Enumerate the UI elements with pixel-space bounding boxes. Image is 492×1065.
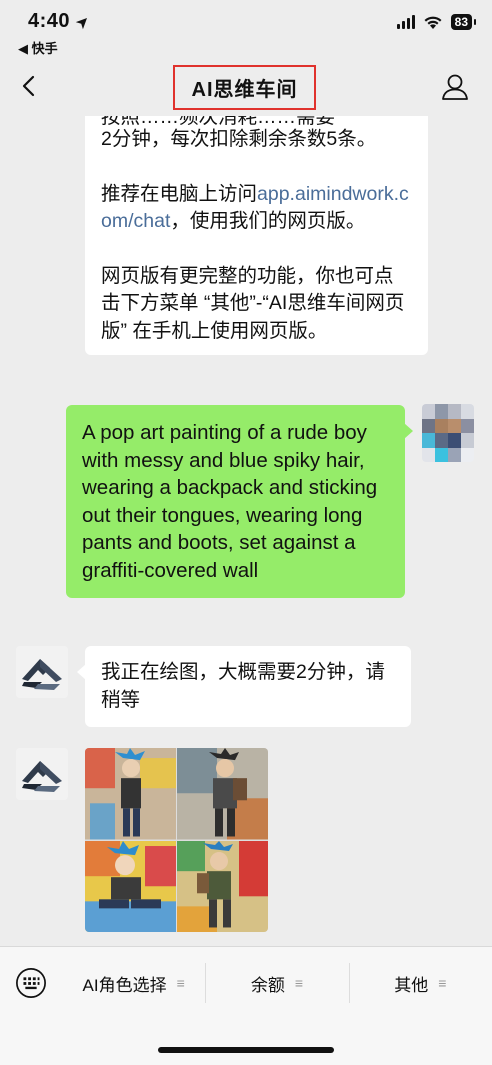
- menu-lines-icon: ≡: [438, 975, 447, 991]
- message-text: 网页版有更完整的功能，你也可点击下方菜单 “其他”-“AI思维车间网页版” 在手…: [101, 264, 405, 342]
- status-indicators: 83: [396, 14, 477, 30]
- home-bar-area: [0, 1019, 492, 1065]
- wifi-icon: [424, 16, 442, 29]
- chat-area[interactable]: 按照……频次消耗……需要 2分钟，每次扣除剩余条数5条。 推荐在电脑上访问app…: [0, 116, 492, 946]
- back-chevron-icon[interactable]: [16, 72, 44, 100]
- menu-other[interactable]: 其他 ≡: [348, 957, 492, 1009]
- menu-label: 其他: [394, 975, 429, 995]
- keyboard-toggle-button[interactable]: [0, 947, 62, 1020]
- message-text: 推荐在电脑上访问app.aimindwork.com/chat，使用我们的网页版…: [101, 181, 412, 236]
- bottom-menu: AI角色选择 ≡ 余额 ≡ 其他 ≡: [0, 946, 492, 1019]
- bot-logo-icon: [16, 748, 68, 800]
- image-tile: [85, 748, 176, 840]
- time-label: 4:40: [28, 10, 71, 32]
- menu-lines-icon: ≡: [176, 975, 185, 991]
- home-indicator[interactable]: [158, 1047, 334, 1053]
- keyboard-icon: [16, 968, 46, 998]
- image-tile: [177, 748, 268, 840]
- bot-avatar[interactable]: [16, 748, 68, 800]
- battery-indicator: 83: [450, 14, 477, 30]
- user-message-bubble: A pop art painting of a rude boy with me…: [66, 405, 413, 598]
- menu-balance[interactable]: 余额 ≡: [205, 957, 348, 1009]
- menu-label: AI角色选择: [82, 975, 167, 995]
- bot-avatar[interactable]: [16, 646, 68, 698]
- image-tile: [85, 840, 176, 932]
- menu-label: 余额: [250, 975, 285, 995]
- generated-image[interactable]: [85, 748, 268, 932]
- page-title: AI思维车间: [191, 79, 298, 101]
- user-avatar[interactable]: [422, 404, 474, 462]
- bot-message-bubble: 按照……频次消耗……需要 2分钟，每次扣除剩余条数5条。 推荐在电脑上访问app…: [85, 116, 428, 355]
- message-text-partial: 按照……频次消耗……需要: [101, 116, 412, 126]
- bot-message-bubble: 我正在绘图，大概需要2分钟，请稍等: [77, 646, 411, 727]
- status-bar: 4:40 ➤ ◀ 快手 83: [0, 0, 492, 58]
- message-text-segment: ，使用我们的网页版。: [170, 210, 366, 232]
- location-arrow-icon: ➤: [72, 11, 95, 34]
- message-text: 2分钟，每次扣除剩余条数5条。: [101, 128, 377, 150]
- bot-logo-icon: [16, 646, 68, 698]
- message-text: 我正在绘图，大概需要2分钟，请稍等: [101, 661, 385, 711]
- message-text-segment: 推荐在电脑上访问: [101, 182, 258, 205]
- status-time: 4:40 ➤: [28, 10, 94, 33]
- nav-bar: AI思维车间: [0, 58, 492, 116]
- menu-ai-role-select[interactable]: AI角色选择 ≡: [62, 957, 205, 1009]
- image-tile: [177, 840, 268, 932]
- message-text: A pop art painting of a rude boy with me…: [82, 421, 378, 582]
- back-to-app-link[interactable]: ◀ 快手: [18, 38, 58, 57]
- cellular-signal-icon: [396, 15, 415, 29]
- profile-icon[interactable]: [440, 72, 470, 102]
- menu-lines-icon: ≡: [294, 975, 304, 991]
- title-highlight-box: AI思维车间: [173, 65, 316, 110]
